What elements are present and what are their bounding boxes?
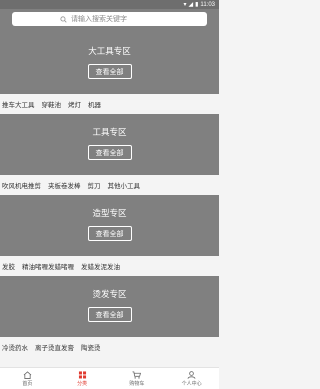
search-icon <box>60 15 67 23</box>
section-perm: 烫发专区 查看全部 冷烫药水 离子烫直发膏 陶瓷烫 <box>0 276 219 357</box>
tag-link[interactable]: 剪刀 <box>88 180 101 190</box>
section-tools: 工具专区 查看全部 吹风机电推剪 夹板卷发棒 剪刀 其他小工具 <box>0 114 219 195</box>
section-title: 工具专区 <box>92 127 127 137</box>
tag-link[interactable]: 穿鞋池 <box>42 99 62 109</box>
section-title: 造型专区 <box>92 208 127 218</box>
tag-link[interactable]: 精油啫喱发蜡啫喱 <box>22 261 74 271</box>
tag-row: 推车大工具 穿鞋池 烤灯 机器 <box>0 94 219 114</box>
tab-label: 个人中心 <box>181 380 202 387</box>
tab-category[interactable]: 分类 <box>55 368 110 389</box>
tag-row: 吹风机电推剪 夹板卷发棒 剪刀 其他小工具 <box>0 175 219 195</box>
tag-link[interactable]: 离子烫直发膏 <box>35 342 74 352</box>
tag-link[interactable]: 陶瓷烫 <box>81 342 101 352</box>
tag-link[interactable]: 烤灯 <box>68 99 81 109</box>
search-input[interactable]: 请输入搜索关键字 <box>12 12 207 26</box>
tab-label: 首页 <box>22 380 33 387</box>
bottom-tab-bar: 首页 分类 购物车 个人中心 <box>0 367 219 389</box>
section-styling: 造型专区 查看全部 发胶 精油啫喱发蜡啫喱 发蜡发泥发油 <box>0 195 219 276</box>
wifi-icon: ▾ <box>183 0 187 8</box>
section-title: 烫发专区 <box>92 289 127 299</box>
view-all-button[interactable]: 查看全部 <box>87 226 132 241</box>
section-banner: 造型专区 查看全部 <box>0 195 219 256</box>
section-banner: 工具专区 查看全部 <box>0 114 219 175</box>
status-bar: ▾ ◢ ▮ 11:03 <box>0 0 219 9</box>
section-title: 大工具专区 <box>88 46 131 56</box>
tab-label: 分类 <box>77 380 88 387</box>
search-bar: 请输入搜索关键字 <box>0 9 219 33</box>
tag-link[interactable]: 冷烫药水 <box>2 342 28 352</box>
tag-row: 发胶 精油啫喱发蜡啫喱 发蜡发泥发油 <box>0 256 219 276</box>
tag-link[interactable]: 机器 <box>88 99 101 109</box>
tag-link[interactable]: 发蜡发泥发油 <box>81 261 120 271</box>
view-all-button[interactable]: 查看全部 <box>87 145 132 160</box>
tab-home[interactable]: 首页 <box>0 368 55 389</box>
home-icon <box>23 370 32 379</box>
tab-label: 购物车 <box>129 380 145 387</box>
section-banner: 大工具专区 查看全部 <box>0 33 219 94</box>
view-all-button[interactable]: 查看全部 <box>87 307 132 322</box>
signal-icon: ◢ <box>188 0 194 8</box>
section-big-tools: 大工具专区 查看全部 推车大工具 穿鞋池 烤灯 机器 <box>0 33 219 114</box>
section-banner: 烫发专区 查看全部 <box>0 276 219 337</box>
tag-link[interactable]: 发胶 <box>2 261 15 271</box>
tag-row: 冷烫药水 离子烫直发膏 陶瓷烫 <box>0 337 219 357</box>
tab-cart[interactable]: 购物车 <box>110 368 165 389</box>
category-icon <box>78 370 86 378</box>
cart-icon <box>132 370 142 379</box>
user-icon <box>187 370 196 379</box>
tag-link[interactable]: 吹风机电推剪 <box>2 180 41 190</box>
tag-link[interactable]: 夹板卷发棒 <box>48 180 81 190</box>
view-all-button[interactable]: 查看全部 <box>87 64 132 79</box>
tag-link[interactable]: 推车大工具 <box>2 99 35 109</box>
tab-profile[interactable]: 个人中心 <box>164 368 219 389</box>
battery-icon: ▮ <box>195 0 199 8</box>
status-time: 11:03 <box>200 1 215 8</box>
tag-link[interactable]: 其他小工具 <box>108 180 141 190</box>
search-placeholder: 请输入搜索关键字 <box>71 16 127 23</box>
